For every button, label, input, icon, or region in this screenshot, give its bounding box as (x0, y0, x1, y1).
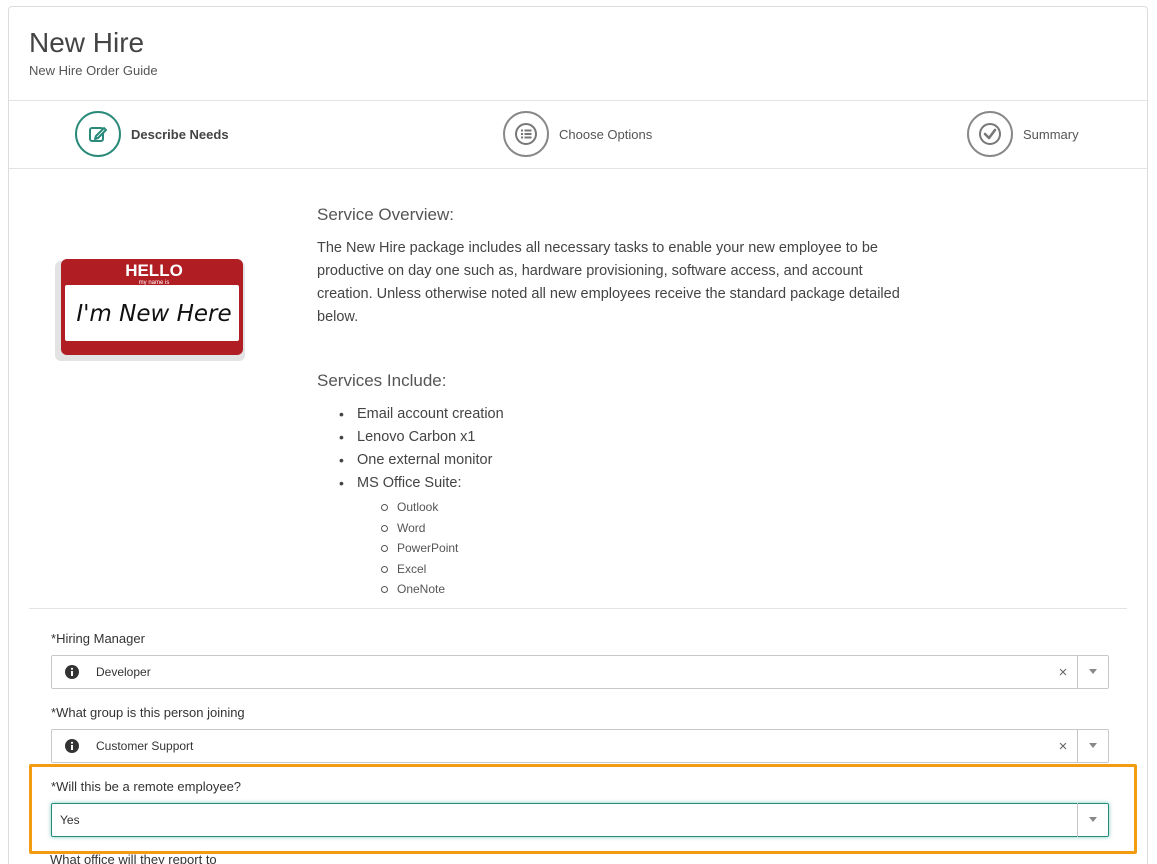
list-item: Word (381, 518, 917, 539)
group-value: Customer Support (96, 739, 194, 753)
page-subtitle: New Hire Order Guide (29, 63, 158, 78)
step-label: Describe Needs (131, 126, 229, 142)
step-label: Summary (1023, 126, 1079, 142)
list-item: One external monitor (339, 449, 917, 472)
highlight-box (29, 764, 1137, 854)
step-describe-needs[interactable]: Describe Needs (75, 111, 229, 157)
step-summary[interactable]: Summary (967, 111, 1079, 157)
list-item: MS Office Suite: Outlook Word PowerPoint… (339, 472, 917, 600)
services-include: Services Include: Email account creation… (317, 371, 917, 600)
list-icon (503, 111, 549, 157)
hiring-manager-select[interactable]: Developer × (51, 655, 1109, 689)
step-choose-options[interactable]: Choose Options (503, 111, 652, 157)
group-label: *What group is this person joining (51, 705, 245, 720)
info-icon[interactable] (64, 738, 80, 754)
pencil-icon (75, 111, 121, 157)
page-title: New Hire (29, 27, 145, 58)
service-overview: Service Overview: The New Hire package i… (317, 205, 917, 329)
list-item: Email account creation (339, 403, 917, 426)
checkmark-icon (967, 111, 1013, 157)
order-guide-panel: New Hire New Hire Order Guide Describe N… (8, 6, 1148, 864)
hiring-manager-value: Developer (96, 665, 151, 679)
group-select[interactable]: Customer Support × (51, 729, 1109, 763)
list-item-label: MS Office Suite: (357, 475, 462, 491)
clear-icon[interactable]: × (1049, 738, 1077, 755)
overview-heading: Service Overview: (317, 205, 454, 224)
list-item: Excel (381, 559, 917, 580)
office-suite-list: Outlook Word PowerPoint Excel OneNote (381, 497, 917, 600)
list-item: Outlook (381, 497, 917, 518)
info-icon[interactable] (64, 664, 80, 680)
hiring-manager-label: *Hiring Manager (51, 631, 145, 646)
list-item: PowerPoint (381, 538, 917, 559)
step-label: Choose Options (559, 126, 653, 142)
page-header: New Hire New Hire Order Guide (9, 7, 1147, 101)
list-item: OneNote (381, 579, 917, 600)
clear-icon[interactable]: × (1049, 664, 1077, 681)
office-label: What office will they report to (50, 852, 217, 864)
services-list: Email account creation Lenovo Carbon x1 … (339, 403, 917, 600)
chevron-down-icon[interactable] (1078, 743, 1108, 749)
section-divider (29, 608, 1127, 609)
wizard-steps: Describe Needs Choose Options Summary (9, 101, 1147, 169)
badge-my-name-is: my name is (139, 280, 170, 286)
new-hire-badge-image: HELLO my name is I'm New Here (51, 257, 247, 363)
services-heading: Services Include: (317, 371, 447, 390)
badge-name: I'm New Here (76, 301, 231, 327)
list-item: Lenovo Carbon x1 (339, 426, 917, 449)
badge-hello: HELLO (125, 261, 183, 280)
chevron-down-icon[interactable] (1078, 669, 1108, 675)
overview-text: The New Hire package includes all necess… (317, 240, 900, 325)
